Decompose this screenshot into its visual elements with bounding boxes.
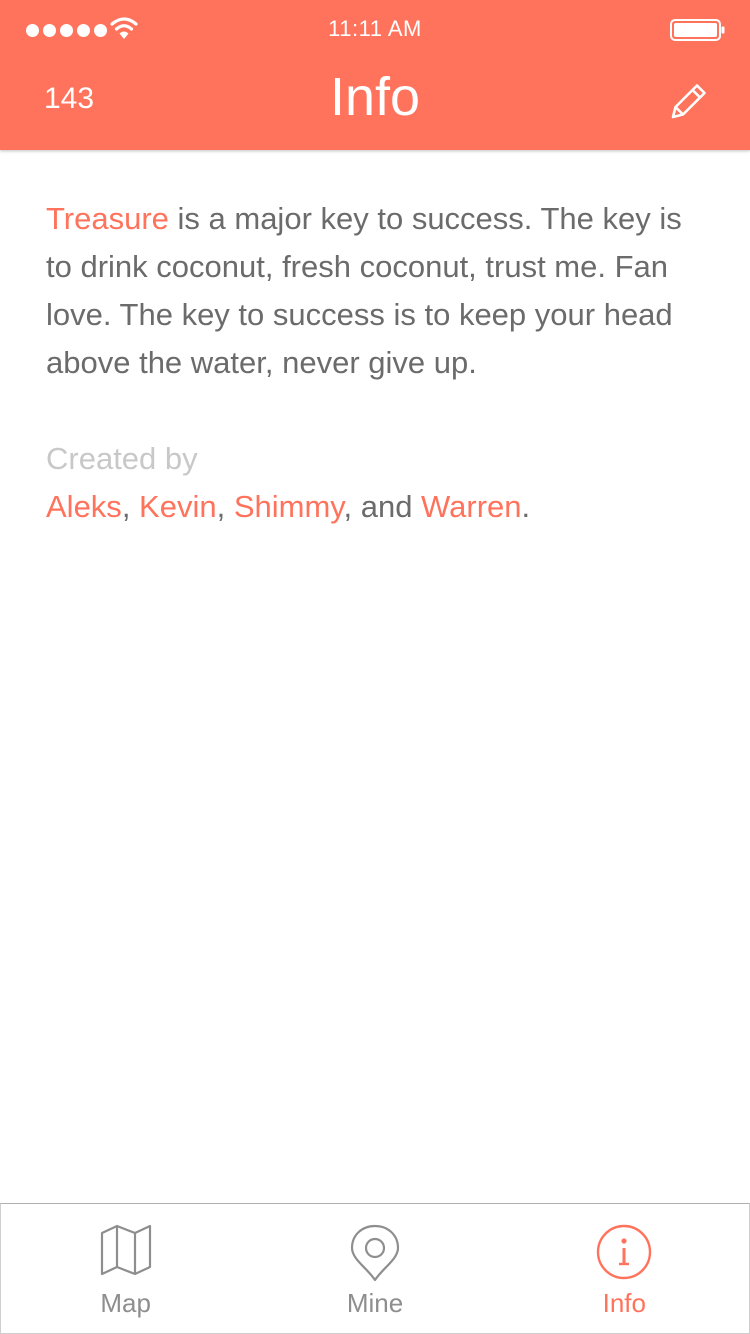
info-content: Treasure is a major key to success. The … — [46, 195, 716, 531]
credit-name-shimmy[interactable]: Shimmy — [234, 489, 344, 524]
header: 11:11 AM 143 Info — [0, 0, 750, 150]
tab-map[interactable]: Map — [1, 1204, 250, 1333]
tab-mine[interactable]: Mine — [250, 1204, 499, 1333]
page-title: Info — [329, 67, 421, 127]
credit-end: . — [521, 489, 531, 524]
intro-paragraph: Treasure is a major key to success. The … — [46, 195, 716, 387]
tab-bar: Map Mine Info — [0, 1203, 750, 1334]
status-time: 11:11 AM — [328, 16, 422, 41]
tab-info-label: Info — [602, 1288, 646, 1318]
info-icon — [597, 1224, 652, 1280]
credit-separator: , — [216, 489, 234, 524]
map-icon — [100, 1224, 151, 1276]
credit-name-warren[interactable]: Warren — [421, 489, 521, 524]
battery-icon — [670, 19, 725, 41]
credits-line: Aleks, Kevin, Shimmy, and Warren. — [46, 483, 716, 531]
edit-button[interactable] — [664, 78, 712, 126]
tab-map-label: Map — [100, 1288, 151, 1318]
location-pin-icon — [350, 1224, 400, 1282]
credit-name-aleks[interactable]: Aleks — [46, 489, 122, 524]
tab-info[interactable]: Info — [500, 1204, 749, 1333]
credit-separator: , — [121, 489, 140, 524]
treasure-link[interactable]: Treasure — [46, 201, 169, 236]
pencil-icon — [671, 84, 706, 119]
credits-label: Created by — [46, 441, 198, 476]
credit-separator: , and — [343, 489, 422, 524]
credit-name-kevin[interactable]: Kevin — [139, 489, 217, 524]
status-bar: 11:11 AM — [0, 0, 750, 58]
tab-mine-label: Mine — [346, 1288, 404, 1318]
